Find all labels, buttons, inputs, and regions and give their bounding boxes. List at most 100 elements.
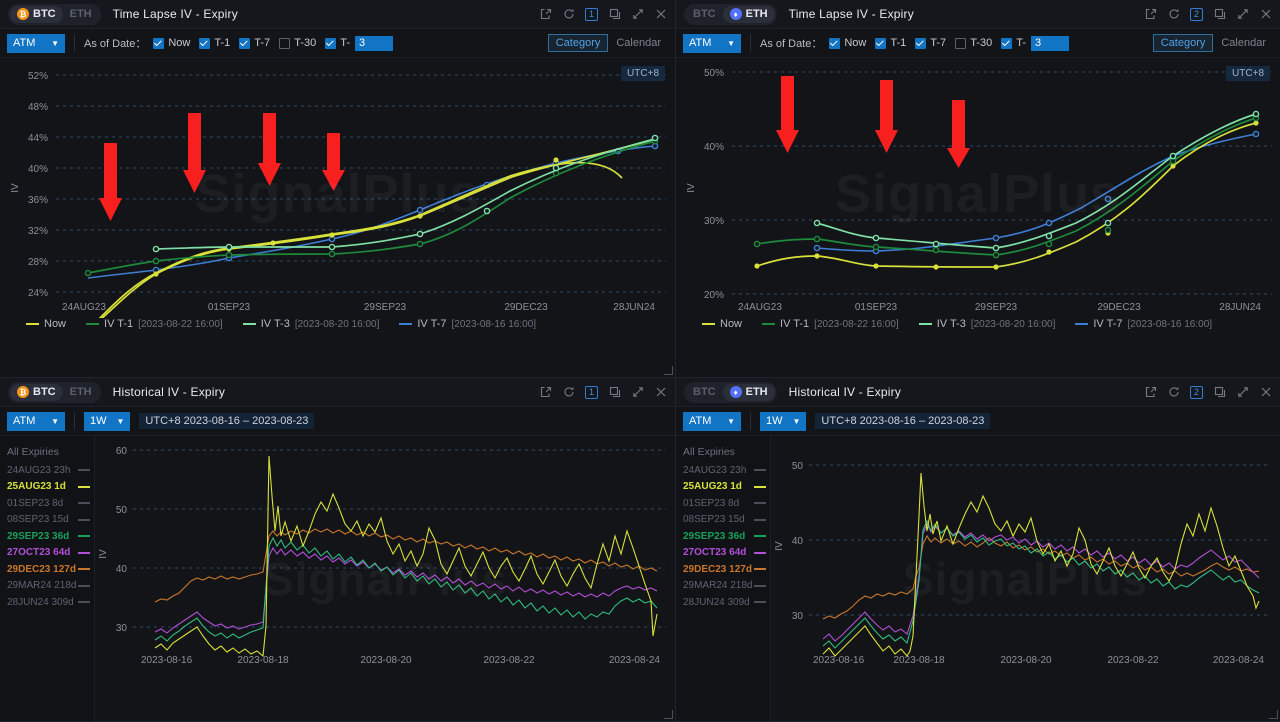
panel-title: Time Lapse IV - Expiry xyxy=(113,7,238,21)
strike-select[interactable]: ATM ▼ xyxy=(7,412,65,431)
panel-number-badge[interactable]: 1 xyxy=(585,8,598,21)
checkbox-t7[interactable]: T-7 xyxy=(915,37,946,49)
segment-category[interactable]: Category xyxy=(1153,34,1214,52)
legend-item-t7[interactable]: IV T-7[2023-08-16 16:00] xyxy=(1075,318,1212,330)
list-item[interactable]: 25AUG23 1d xyxy=(0,479,94,496)
currency-btc[interactable]: ₿ BTC xyxy=(10,6,63,23)
panel-number-badge[interactable]: 1 xyxy=(585,386,598,399)
currency-toggle[interactable]: ₿ BTC ♦ ETH xyxy=(684,382,777,403)
checkbox-t1[interactable]: T-1 xyxy=(199,37,230,49)
list-item[interactable]: 29SEP23 36d xyxy=(676,528,770,545)
checkbox-tcustom[interactable]: T-3 xyxy=(325,36,393,51)
expand-icon[interactable] xyxy=(631,8,644,21)
legend-swatch xyxy=(919,323,932,325)
list-item[interactable]: 28JUN24 309d xyxy=(676,594,770,611)
refresh-icon[interactable] xyxy=(562,386,575,399)
list-item[interactable]: 29DEC23 127d xyxy=(676,561,770,578)
checkbox-t7[interactable]: T-7 xyxy=(239,37,270,49)
list-item[interactable]: 29MAR24 218d xyxy=(0,578,94,595)
resize-handle[interactable] xyxy=(1269,710,1278,719)
tminus-input[interactable]: 3 xyxy=(355,36,393,51)
duplicate-icon[interactable] xyxy=(608,8,621,21)
period-select[interactable]: 1W ▼ xyxy=(760,412,806,431)
currency-eth[interactable]: ♦ ETH xyxy=(723,384,775,401)
currency-eth-label: ETH xyxy=(746,8,768,20)
date-range-chip[interactable]: UTC+8 2023-08-16 – 2023-08-23 xyxy=(815,413,990,429)
close-icon[interactable] xyxy=(1259,386,1272,399)
legend-item-t1[interactable]: IV T-1[2023-08-22 16:00] xyxy=(86,318,223,330)
tminus-input[interactable]: 3 xyxy=(1031,36,1069,51)
date-range-chip[interactable]: UTC+8 2023-08-16 – 2023-08-23 xyxy=(139,413,314,429)
expand-icon[interactable] xyxy=(1236,386,1249,399)
list-item[interactable]: 28JUN24 309d xyxy=(0,594,94,611)
strike-select[interactable]: ATM ▼ xyxy=(683,34,741,53)
checkbox-t30[interactable]: T-30 xyxy=(955,37,992,49)
list-item[interactable]: 27OCT23 64d xyxy=(0,545,94,562)
strike-select[interactable]: ATM ▼ xyxy=(683,412,741,431)
period-select-value: 1W xyxy=(766,415,783,427)
checkbox-t1[interactable]: T-1 xyxy=(875,37,906,49)
currency-eth[interactable]: ♦ ETH xyxy=(63,6,99,23)
list-item[interactable]: 29MAR24 218d xyxy=(676,578,770,595)
list-item[interactable]: 24AUG23 23h xyxy=(0,462,94,479)
currency-btc[interactable]: ₿ BTC xyxy=(686,384,723,401)
list-item[interactable]: 08SEP23 15d xyxy=(0,512,94,529)
currency-toggle[interactable]: ₿ BTC ♦ ETH xyxy=(684,4,777,25)
resize-handle[interactable] xyxy=(664,366,673,375)
currency-btc[interactable]: ₿ BTC xyxy=(10,384,63,401)
legend-item-t3[interactable]: IV T-3[2023-08-20 16:00] xyxy=(919,318,1056,330)
legend-item-now[interactable]: Now xyxy=(702,318,742,330)
expand-icon[interactable] xyxy=(1236,8,1249,21)
checkbox-now[interactable]: Now xyxy=(829,37,866,49)
list-item[interactable]: 01SEP23 8d xyxy=(0,495,94,512)
external-link-icon[interactable] xyxy=(1144,8,1157,21)
duplicate-icon[interactable] xyxy=(608,386,621,399)
list-item[interactable]: 29SEP23 36d xyxy=(0,528,94,545)
legend-item-t7[interactable]: IV T-7[2023-08-16 16:00] xyxy=(399,318,536,330)
currency-toggle[interactable]: ₿ BTC ♦ ETH xyxy=(8,382,101,403)
list-item[interactable]: 27OCT23 64d xyxy=(676,545,770,562)
currency-btc[interactable]: ₿ BTC xyxy=(686,6,723,23)
refresh-icon[interactable] xyxy=(1167,386,1180,399)
legend-item-t1[interactable]: IV T-1[2023-08-22 16:00] xyxy=(762,318,899,330)
external-link-icon[interactable] xyxy=(1144,386,1157,399)
legend-item-now[interactable]: Now xyxy=(26,318,66,330)
expand-icon[interactable] xyxy=(631,386,644,399)
panel-number-badge[interactable]: 2 xyxy=(1190,386,1203,399)
segment-calendar[interactable]: Calendar xyxy=(608,34,669,52)
duplicate-icon[interactable] xyxy=(1213,8,1226,21)
close-icon[interactable] xyxy=(654,8,667,21)
strike-select[interactable]: ATM ▼ xyxy=(7,34,65,53)
checkbox-now[interactable]: Now xyxy=(153,37,190,49)
duplicate-icon[interactable] xyxy=(1213,386,1226,399)
list-item[interactable]: 29DEC23 127d xyxy=(0,561,94,578)
expiry-color-swatch xyxy=(754,568,766,570)
chart-historical-eth[interactable]: SignalPlus 50 40 30 IV 2023-08-16 xyxy=(771,436,1280,722)
chart-timelapse-eth[interactable]: SignalPlus UTC+8 50% 40% 30% 20% IV 24AU xyxy=(676,58,1280,330)
chart-historical-btc[interactable]: SignalPlus 60 50 40 30 IV xyxy=(95,436,676,722)
legend-sub: [2023-08-20 16:00] xyxy=(295,319,380,330)
svg-text:40%: 40% xyxy=(28,164,48,175)
panel-number-badge[interactable]: 2 xyxy=(1190,8,1203,21)
checkbox-t30[interactable]: T-30 xyxy=(279,37,316,49)
segment-category[interactable]: Category xyxy=(548,34,609,52)
period-select[interactable]: 1W ▼ xyxy=(84,412,130,431)
segment-calendar[interactable]: Calendar xyxy=(1213,34,1274,52)
resize-handle[interactable] xyxy=(664,710,673,719)
refresh-icon[interactable] xyxy=(1167,8,1180,21)
list-item[interactable]: 25AUG23 1d xyxy=(676,479,770,496)
currency-eth[interactable]: ♦ ETH xyxy=(723,6,775,23)
close-icon[interactable] xyxy=(654,386,667,399)
currency-eth[interactable]: ♦ ETH xyxy=(63,384,99,401)
external-link-icon[interactable] xyxy=(539,386,552,399)
close-icon[interactable] xyxy=(1259,8,1272,21)
currency-toggle[interactable]: ₿ BTC ♦ ETH xyxy=(8,4,101,25)
chart-timelapse-btc[interactable]: SignalPlus UTC+8 52% 48% 44% 40% xyxy=(0,58,675,330)
refresh-icon[interactable] xyxy=(562,8,575,21)
external-link-icon[interactable] xyxy=(539,8,552,21)
legend-item-t3[interactable]: IV T-3[2023-08-20 16:00] xyxy=(243,318,380,330)
list-item[interactable]: 24AUG23 23h xyxy=(676,462,770,479)
list-item[interactable]: 01SEP23 8d xyxy=(676,495,770,512)
checkbox-tcustom[interactable]: T-3 xyxy=(1001,36,1069,51)
list-item[interactable]: 08SEP23 15d xyxy=(676,512,770,529)
